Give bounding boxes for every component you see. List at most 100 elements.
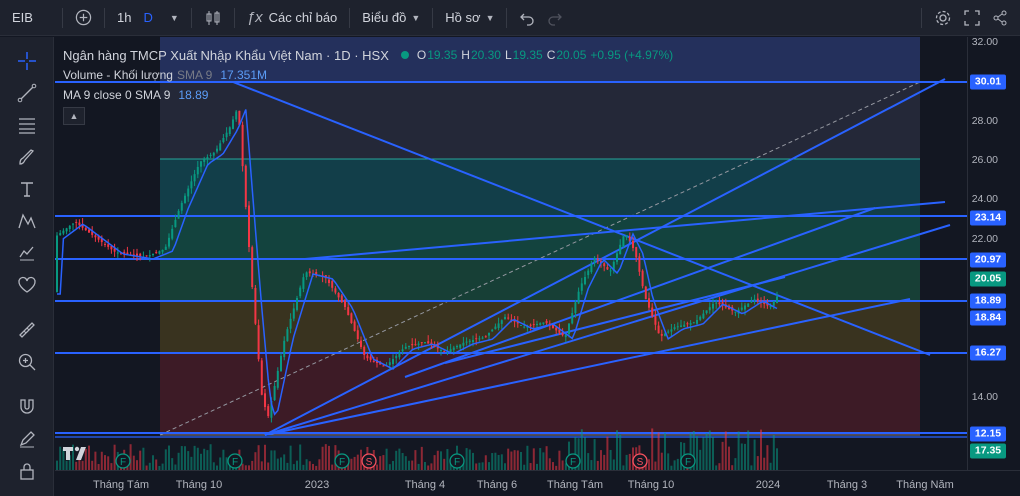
split-marker[interactable]: S (632, 453, 648, 469)
candle-body (676, 326, 679, 328)
fullscreen-button[interactable] (958, 4, 986, 32)
prediction-tool[interactable] (13, 239, 41, 267)
chart-menu-label: Biểu đồ (362, 10, 407, 25)
measure-tool[interactable] (13, 316, 41, 344)
zoom-tool[interactable] (13, 348, 41, 376)
candle-body (65, 228, 68, 232)
time-tick: Tháng 4 (404, 479, 446, 491)
crosshair-tool[interactable] (13, 47, 41, 75)
close-value: 20.05 (556, 48, 587, 62)
candle-body (417, 343, 420, 345)
trendline-tool[interactable] (13, 79, 41, 107)
candle-body (328, 279, 330, 283)
candle-body (696, 320, 698, 324)
candle-body (414, 344, 417, 346)
candle-body (571, 313, 574, 324)
volume-bar (600, 450, 602, 470)
share-button[interactable] (986, 4, 1014, 32)
fib-tool[interactable] (13, 111, 41, 139)
volume-bar (392, 460, 394, 470)
interval-day-button[interactable]: D (137, 4, 158, 32)
candle-body (280, 355, 282, 372)
brush-tool[interactable] (13, 143, 41, 171)
chart-type-button[interactable] (198, 4, 228, 32)
chart-pane[interactable]: 0.786(26.10) FFFSFFSF Ngân hàng TMCP Xuấ… (55, 37, 967, 470)
redo-button[interactable] (541, 4, 569, 32)
split-marker[interactable]: S (361, 453, 377, 469)
volume-bar (132, 455, 135, 470)
candle-body (273, 385, 276, 401)
profile-menu-button[interactable]: Hồ sơ ▼ (439, 4, 500, 32)
candle-body (152, 253, 154, 256)
price-label: 30.01 (970, 74, 1006, 90)
financials-marker[interactable]: F (449, 453, 465, 469)
candle-body (539, 323, 542, 325)
candle-body (475, 338, 478, 340)
price-tick: 22.00 (971, 233, 998, 245)
candle-body (296, 298, 298, 310)
pattern-tool[interactable] (13, 207, 41, 235)
volume-bar (408, 460, 410, 470)
candle-body (488, 333, 490, 336)
volume-bar (353, 456, 356, 470)
candle-body (561, 333, 564, 336)
interval-1h-button[interactable]: 1h (111, 4, 137, 32)
volume-bar (472, 452, 474, 470)
volume-bar (168, 445, 170, 470)
symbol-title[interactable]: Ngân hàng TMCP Xuất Nhập Khẩu Việt Nam ·… (63, 48, 389, 63)
candle-body (459, 344, 462, 348)
undo-button[interactable] (513, 4, 541, 32)
price-label: 20.05 (970, 271, 1006, 287)
candle-body (145, 255, 148, 257)
volume-bar (356, 454, 359, 470)
volume-bar (619, 434, 622, 470)
stay-drawing-tool[interactable] (13, 425, 41, 453)
volume-bar (209, 444, 212, 470)
financials-marker[interactable]: F (227, 453, 243, 469)
financials-marker[interactable]: F (334, 453, 350, 469)
candle-body (372, 360, 375, 362)
legend-collapse-button[interactable]: ▲ (63, 107, 85, 125)
lock-tool[interactable] (13, 457, 41, 485)
settings-button[interactable] (928, 4, 958, 32)
time-tick: Tháng 10 (627, 479, 675, 491)
legend-ma-row[interactable]: MA 9 close 0 SMA 9 18.89 (63, 85, 677, 105)
candle-body (292, 308, 295, 319)
chart-menu-button[interactable]: Biểu đồ ▼ (356, 4, 426, 32)
svg-text:F: F (454, 457, 460, 468)
text-tool[interactable] (13, 175, 41, 203)
financials-marker[interactable]: F (680, 453, 696, 469)
time-tick: 2023 (304, 479, 330, 491)
volume-bar (91, 460, 94, 470)
legend-volume-row[interactable]: Volume - Khối lượng SMA 9 17.351M (63, 65, 677, 85)
volume-label: Volume - Khối lượng (63, 68, 173, 82)
volume-bar (430, 463, 433, 470)
candle-body (190, 181, 193, 189)
candle-body (619, 244, 622, 255)
svg-text:F: F (120, 457, 126, 468)
shapes-tool[interactable] (13, 271, 41, 299)
time-axis[interactable]: Tháng Tám Tháng 10 2023 Tháng 4 Tháng 6 Tháng… (55, 470, 1020, 496)
candle-body (603, 263, 606, 267)
candle-body (241, 124, 244, 167)
candle-body (536, 324, 538, 325)
financials-marker[interactable]: F (115, 453, 131, 469)
candle-body (248, 205, 250, 247)
price-axis[interactable]: 32.0030.0028.0026.0024.0022.0020.0018.00… (967, 36, 1020, 470)
volume-bar (225, 457, 228, 470)
financials-marker[interactable]: F (565, 453, 581, 469)
drawing-toolbar (0, 37, 54, 496)
volume-bar (628, 453, 631, 470)
compare-symbol-button[interactable] (69, 4, 98, 32)
candle-body (404, 346, 407, 349)
interval-dropdown[interactable]: ▼ (159, 4, 185, 32)
volume-bar (526, 445, 529, 470)
magnet-tool[interactable] (13, 393, 41, 421)
volume-bar (305, 459, 308, 470)
indicators-button[interactable]: ƒx Các chỉ báo (241, 4, 344, 32)
toolbar-divider (506, 7, 508, 28)
volume-bar (206, 450, 209, 470)
symbol-search[interactable]: EIB (0, 10, 56, 25)
volume-bar (436, 450, 439, 470)
tradingview-logo[interactable] (62, 444, 90, 462)
